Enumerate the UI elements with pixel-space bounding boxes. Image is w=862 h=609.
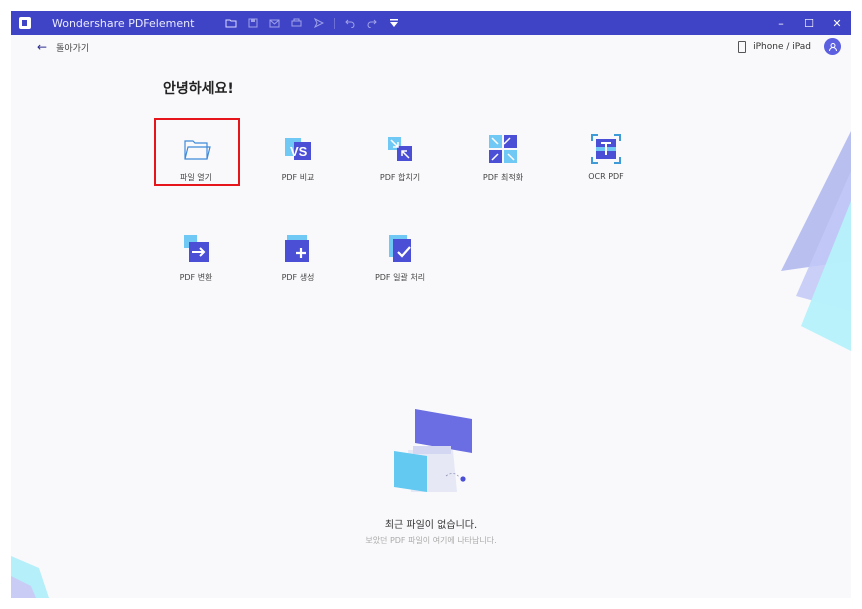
save-icon[interactable] xyxy=(246,17,259,30)
svg-text:VS: VS xyxy=(290,144,308,159)
undo-icon[interactable] xyxy=(343,17,356,30)
maximize-button[interactable]: ☐ xyxy=(795,11,823,35)
create-icon xyxy=(281,232,315,266)
selection-highlight xyxy=(154,118,240,186)
ocr-pdf-tile[interactable]: OCR PDF xyxy=(562,132,650,181)
tile-label: OCR PDF xyxy=(588,172,624,181)
tile-label: PDF 최적화 xyxy=(482,173,524,182)
dropdown-icon[interactable] xyxy=(387,17,400,30)
device-link[interactable]: iPhone / iPad xyxy=(738,41,811,53)
print-icon[interactable] xyxy=(290,17,303,30)
tile-label: PDF 변환 xyxy=(179,273,213,282)
tile-label: PDF 생성 xyxy=(281,273,315,282)
batch-pdf-tile[interactable]: PDF 일괄 처리 xyxy=(356,232,444,283)
convert-pdf-tile[interactable]: PDF 변환 xyxy=(152,232,240,283)
empty-state-subtitle: 보았던 PDF 파일이 여기에 나타납니다. xyxy=(365,536,497,545)
toolbar-divider xyxy=(334,17,336,29)
app-window: Wondershare PDFelement – ☐ ✕ ← 돌아가기 iPho… xyxy=(11,11,851,598)
ocr-icon xyxy=(589,132,623,166)
merge-pdf-tile[interactable]: PDF 합치기 xyxy=(356,132,444,183)
device-label: iPhone / iPad xyxy=(753,42,811,52)
tile-label: PDF 일괄 처리 xyxy=(374,273,426,282)
decorative-shapes-right xyxy=(781,131,851,351)
send-icon[interactable] xyxy=(312,17,325,30)
arrow-left-icon: ← xyxy=(37,40,48,54)
window-controls: – ☐ ✕ xyxy=(767,11,851,35)
app-logo-icon xyxy=(19,17,31,29)
optimize-pdf-tile[interactable]: PDF 최적화 xyxy=(459,132,547,183)
close-button[interactable]: ✕ xyxy=(823,11,851,35)
redo-icon[interactable] xyxy=(365,17,378,30)
mail-icon[interactable] xyxy=(268,17,281,30)
optimize-icon xyxy=(486,132,520,166)
greeting-heading: 안녕하세요! xyxy=(163,81,234,97)
tile-label: PDF 합치기 xyxy=(379,173,421,182)
quick-toolbar xyxy=(224,17,409,30)
compare-pdf-tile[interactable]: VS PDF 비교 xyxy=(254,132,342,183)
phone-icon xyxy=(738,41,747,53)
back-label: 돌아가기 xyxy=(56,43,90,54)
merge-icon xyxy=(383,132,417,166)
batch-icon xyxy=(383,232,417,266)
convert-icon xyxy=(179,232,213,266)
tile-label: PDF 비교 xyxy=(281,173,315,182)
minimize-button[interactable]: – xyxy=(767,11,795,35)
empty-state-illustration xyxy=(394,409,472,492)
decorative-shapes-left xyxy=(11,556,49,598)
create-pdf-tile[interactable]: PDF 생성 xyxy=(254,232,342,283)
user-avatar-icon[interactable] xyxy=(824,38,841,55)
back-button[interactable]: ← 돌아가기 xyxy=(37,40,89,54)
app-title: Wondershare PDFelement xyxy=(52,16,195,30)
folder-icon[interactable] xyxy=(224,17,237,30)
empty-state-title: 최근 파일이 없습니다. xyxy=(384,520,478,531)
title-bar: Wondershare PDFelement – ☐ ✕ xyxy=(11,11,851,35)
top-nav: ← 돌아가기 iPhone / iPad xyxy=(11,35,851,59)
compare-icon: VS xyxy=(281,132,315,166)
